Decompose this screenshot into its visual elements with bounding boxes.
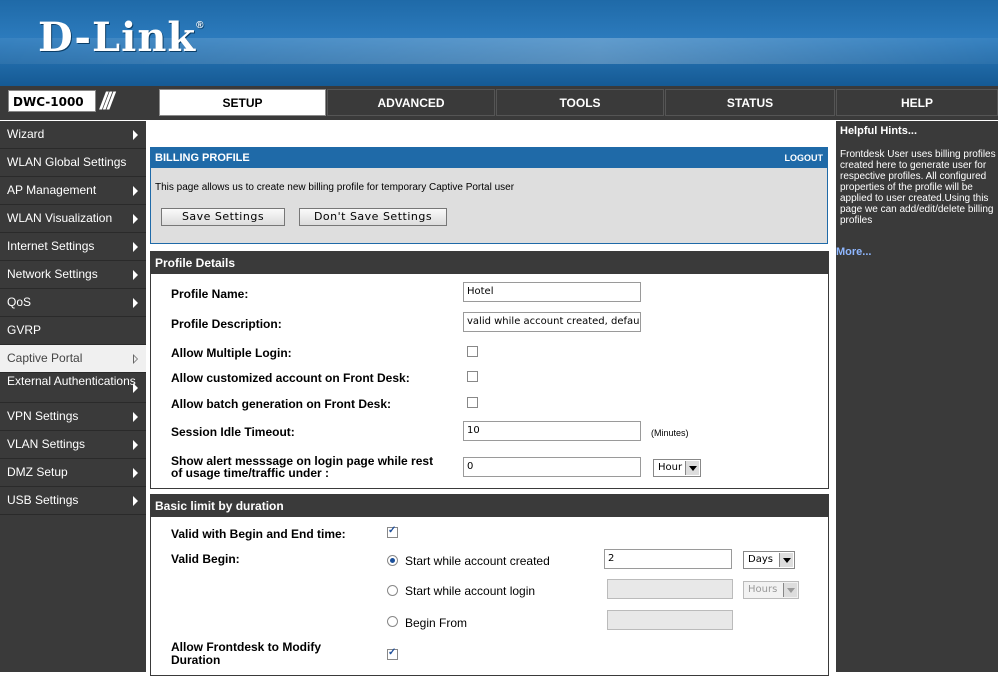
- sidebar-item-wlan-visualization[interactable]: WLAN Visualization: [0, 205, 146, 233]
- hints-text: Frontdesk User uses billing profiles cre…: [840, 149, 996, 226]
- sidebar-item-wlan-global[interactable]: WLAN Global Settings: [0, 149, 146, 177]
- section-title: Basic limit by duration: [151, 495, 828, 517]
- sidebar-item-vpn-settings[interactable]: VPN Settings: [0, 403, 146, 431]
- chevron-down-icon: [783, 583, 797, 597]
- profile-details-section: Profile Details Profile Name: Hotel Prof…: [150, 251, 829, 489]
- billing-header: BILLING PROFILE LOGOUT: [151, 148, 827, 168]
- chevron-right-icon: [133, 411, 138, 422]
- sidebar-item-captive-portal[interactable]: Captive Portal: [0, 345, 146, 373]
- section-title: Profile Details: [151, 252, 828, 274]
- sidebar-item-wizard[interactable]: Wizard: [0, 121, 146, 149]
- tab-status[interactable]: STATUS: [665, 89, 835, 116]
- begin-from-input[interactable]: [607, 610, 733, 630]
- alert-unit-select[interactable]: Hour: [653, 459, 701, 477]
- chevron-right-icon: [133, 353, 138, 364]
- start-login-radio[interactable]: [387, 585, 398, 596]
- chevron-right-icon: [133, 495, 138, 506]
- chevron-right-icon: [133, 467, 138, 478]
- slash-decoration: ///: [100, 88, 114, 115]
- valid-begin-end-checkbox[interactable]: [387, 525, 398, 538]
- chevron-down-icon: [779, 553, 793, 567]
- start-login-unit-select[interactable]: Hours: [743, 581, 799, 599]
- chevron-right-icon: [133, 269, 138, 280]
- start-login-value-input[interactable]: [607, 579, 733, 599]
- valid-begin-label: Valid Begin:: [171, 552, 240, 566]
- sidebar-item-ap-management[interactable]: AP Management: [0, 177, 146, 205]
- sidebar-item-qos[interactable]: QoS: [0, 289, 146, 317]
- profile-name-input[interactable]: Hotel: [463, 282, 641, 302]
- valid-begin-end-label: Valid with Begin and End time:: [171, 527, 346, 541]
- page-description: This page allows us to create new billin…: [155, 182, 515, 193]
- duration-limit-section: Basic limit by duration Valid with Begin…: [150, 494, 829, 676]
- dlink-logo: D-Link®: [38, 14, 205, 61]
- custom-account-checkbox[interactable]: [467, 371, 478, 382]
- sidebar-item-external-auth[interactable]: External Authentications: [0, 373, 146, 403]
- chevron-right-icon: [133, 185, 138, 196]
- page-title: BILLING PROFILE: [155, 152, 250, 164]
- sidebar-item-network-settings[interactable]: Network Settings: [0, 261, 146, 289]
- helpful-hints-panel: Helpful Hints... Frontdesk User uses bil…: [836, 121, 998, 672]
- start-login-label: Start while account login: [405, 584, 536, 598]
- start-created-unit-select[interactable]: Days: [743, 551, 795, 569]
- chevron-right-icon: [133, 241, 138, 252]
- modify-duration-label: Allow Frontdesk to Modify Duration: [171, 640, 321, 667]
- billing-profile-panel: BILLING PROFILE LOGOUT This page allows …: [150, 147, 828, 244]
- chevron-right-icon: [133, 382, 138, 393]
- batch-generation-checkbox[interactable]: [467, 397, 478, 408]
- idle-timeout-unit: (Minutes): [651, 428, 689, 438]
- begin-from-label: Begin From: [405, 616, 468, 630]
- profile-description-label: Profile Description:: [171, 317, 282, 331]
- sidebar-item-internet-settings[interactable]: Internet Settings: [0, 233, 146, 261]
- idle-timeout-input[interactable]: 10: [463, 421, 641, 441]
- profile-description-input[interactable]: valid while account created, default: [463, 312, 641, 332]
- modify-duration-checkbox[interactable]: [387, 647, 398, 660]
- top-nav: DWC-1000 /// SETUP ADVANCED TOOLS STATUS…: [0, 86, 998, 120]
- custom-account-label: Allow customized account on Front Desk:: [171, 371, 410, 385]
- idle-timeout-label: Session Idle Timeout:: [171, 425, 295, 439]
- batch-generation-label: Allow batch generation on Front Desk:: [171, 397, 392, 411]
- save-settings-button[interactable]: Save Settings: [161, 208, 285, 226]
- logout-link[interactable]: LOGOUT: [785, 148, 824, 168]
- hints-title: Helpful Hints...: [840, 125, 917, 137]
- sidebar-item-vlan-settings[interactable]: VLAN Settings: [0, 431, 146, 459]
- chevron-right-icon: [133, 213, 138, 224]
- sidebar-item-gvrp[interactable]: GVRP: [0, 317, 146, 345]
- alert-message-label: Show alert messsage on login page while …: [171, 454, 434, 480]
- sidebar-item-dmz-setup[interactable]: DMZ Setup: [0, 459, 146, 487]
- model-label: DWC-1000: [8, 90, 96, 112]
- dont-save-settings-button[interactable]: Don't Save Settings: [299, 208, 447, 226]
- profile-name-label: Profile Name:: [171, 287, 249, 301]
- tab-help[interactable]: HELP: [836, 89, 998, 116]
- begin-from-radio[interactable]: [387, 616, 398, 627]
- tab-advanced[interactable]: ADVANCED: [327, 89, 495, 116]
- sidebar: Wizard WLAN Global Settings AP Managemen…: [0, 121, 146, 672]
- start-created-label: Start while account created: [405, 554, 550, 568]
- start-created-radio[interactable]: [387, 555, 398, 566]
- tab-tools[interactable]: TOOLS: [496, 89, 664, 116]
- main-content: BILLING PROFILE LOGOUT This page allows …: [146, 121, 836, 676]
- tab-setup[interactable]: SETUP: [159, 89, 326, 116]
- multiple-login-checkbox[interactable]: [467, 346, 478, 357]
- chevron-down-icon: [685, 461, 699, 475]
- start-created-value-input[interactable]: 2: [604, 549, 732, 569]
- chevron-right-icon: [133, 297, 138, 308]
- hints-more-link[interactable]: More...: [836, 246, 871, 258]
- alert-threshold-input[interactable]: 0: [463, 457, 641, 477]
- sidebar-item-usb-settings[interactable]: USB Settings: [0, 487, 146, 515]
- chevron-right-icon: [133, 439, 138, 450]
- multiple-login-label: Allow Multiple Login:: [171, 346, 292, 360]
- header-banner: D-Link®: [0, 0, 998, 86]
- chevron-right-icon: [133, 129, 138, 140]
